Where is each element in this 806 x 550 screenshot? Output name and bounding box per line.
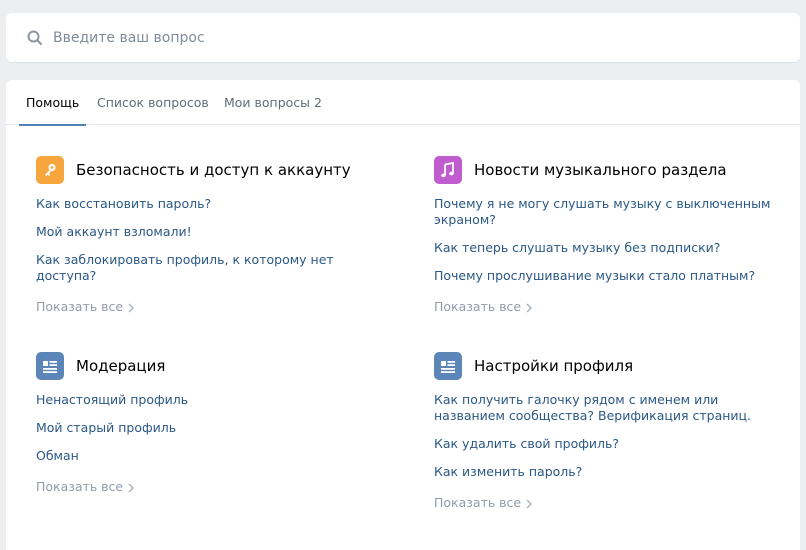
tab-help[interactable]: Помощь <box>18 80 87 126</box>
tab-label: Мои вопросы <box>224 95 311 110</box>
chevron-right-icon <box>128 483 135 492</box>
question-link[interactable]: Как заблокировать профиль, к которому не… <box>36 252 386 284</box>
show-all-label: Показать все <box>434 495 522 510</box>
section-title: Настройки профиля <box>474 357 634 375</box>
question-link[interactable]: Ненастоящий профиль <box>36 392 386 408</box>
tab-questions-list[interactable]: Список вопросов <box>97 80 209 125</box>
help-panel: Помощь Список вопросов Мои вопросы 2 Безо… <box>6 80 800 550</box>
section-profile-settings: Настройки профиля Как получить галочку р… <box>434 352 784 511</box>
tab-bar: Помощь Список вопросов Мои вопросы 2 <box>6 80 800 126</box>
question-link[interactable]: Мой аккаунт взломали! <box>36 224 386 240</box>
question-link[interactable]: Как восстановить пароль? <box>36 196 386 212</box>
question-link[interactable]: Почему я не могу слушать музыку с выключ… <box>434 196 784 228</box>
show-all-label: Показать все <box>36 299 124 314</box>
chevron-right-icon <box>128 303 135 312</box>
show-all-link[interactable]: Показать все <box>434 299 533 315</box>
section-music-news: Новости музыкального раздела Почему я не… <box>434 156 784 315</box>
question-link[interactable]: Как теперь слушать музыку без подписки? <box>434 240 784 256</box>
tab-my-questions[interactable]: Мои вопросы 2 <box>224 80 322 125</box>
question-link[interactable]: Как удалить свой профиль? <box>434 436 784 452</box>
section-title: Модерация <box>76 357 166 375</box>
music-note-icon <box>434 156 462 184</box>
key-icon <box>36 156 64 184</box>
section-security: Безопасность и доступ к аккаунту Как вос… <box>36 156 386 315</box>
card-icon <box>36 352 64 380</box>
chevron-right-icon <box>526 303 533 312</box>
section-title: Новости музыкального раздела <box>474 161 727 179</box>
question-link[interactable]: Почему прослушивание музыки стало платны… <box>434 268 784 284</box>
search-input[interactable] <box>53 13 773 63</box>
question-link[interactable]: Как изменить пароль? <box>434 464 784 480</box>
show-all-link[interactable]: Показать все <box>36 479 135 495</box>
chevron-right-icon <box>526 499 533 508</box>
section-title: Безопасность и доступ к аккаунту <box>76 161 351 179</box>
tab-label: Список вопросов <box>97 95 209 110</box>
tab-label: Помощь <box>26 95 80 110</box>
show-all-label: Показать все <box>36 479 124 494</box>
show-all-link[interactable]: Показать все <box>36 299 135 315</box>
show-all-label: Показать все <box>434 299 522 314</box>
search-icon <box>27 30 42 45</box>
question-link[interactable]: Как получить галочку рядом с именем или … <box>434 392 784 424</box>
card-icon <box>434 352 462 380</box>
question-link[interactable]: Обман <box>36 448 386 464</box>
search-bar <box>6 13 800 63</box>
question-link[interactable]: Мой старый профиль <box>36 420 386 436</box>
tab-count-badge: 2 <box>314 95 322 110</box>
show-all-link[interactable]: Показать все <box>434 495 533 511</box>
section-moderation: Модерация Ненастоящий профиль Мой старый… <box>36 352 386 495</box>
